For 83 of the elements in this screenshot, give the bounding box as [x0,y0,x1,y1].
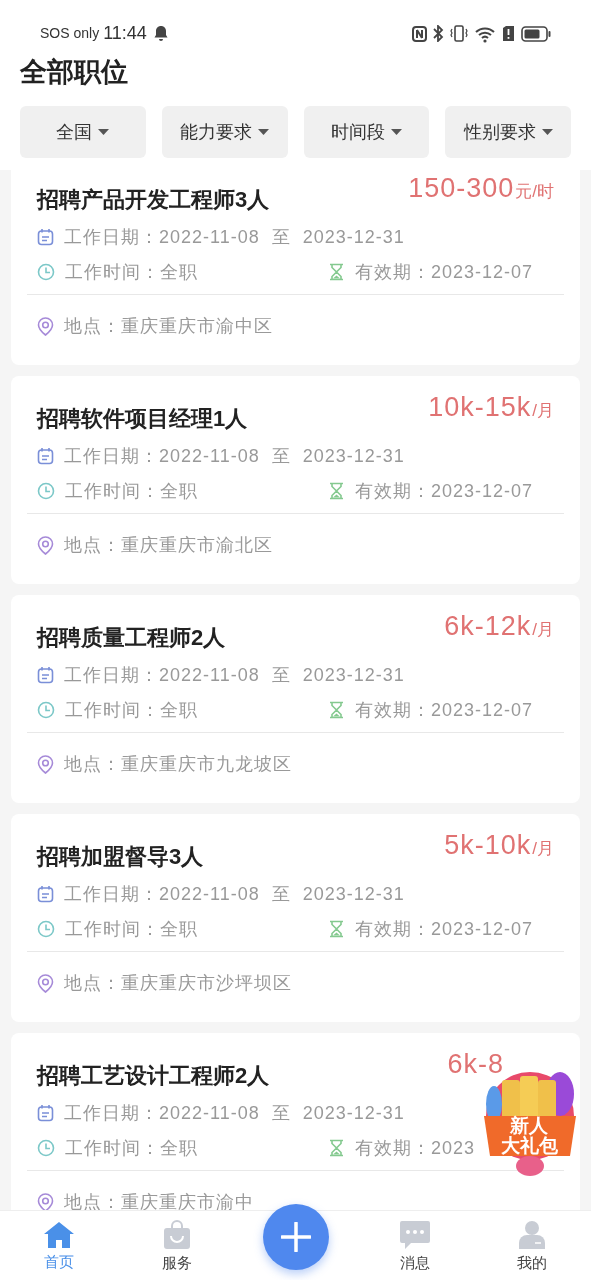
battery-icon [521,25,551,42]
page-title: 全部职位 [20,56,128,89]
location-pin-icon [37,754,54,774]
info-text: 地点：重庆重庆市渝中 [64,1190,254,1210]
chat-bubble-icon [398,1220,431,1251]
info-text: 工作日期：2022-11-08 至 2023-12-31 [64,882,405,906]
filter-dropdown[interactable]: 性别要求 [445,106,571,158]
info-text: 有效期：2023-12-07 [355,917,534,941]
bell-icon [152,25,169,42]
info-text: 有效期：2023 [355,1136,476,1160]
hourglass-icon [328,482,345,500]
info-text: 工作日期：2022-11-08 至 2023-12-31 [64,1101,405,1125]
caret-icon [541,128,553,136]
job-title: 招聘软件项目经理1人 [37,405,248,433]
info-text: 有效期：2023-12-07 [355,698,534,722]
clock-icon [37,920,55,938]
location-pin-icon [37,973,54,993]
wifi-icon [474,24,496,43]
info-text: 工作时间：全职 [65,698,198,722]
home-icon [43,1221,75,1250]
hourglass-icon [328,920,345,938]
caret-icon [390,128,402,136]
job-title: 招聘加盟督导3人 [37,843,204,871]
salary-text: 6k-8 [447,1049,504,1081]
badge-text: 新人 [510,1116,548,1136]
clock-icon [37,701,55,719]
job-card[interactable]: 招聘质量工程师2人 6k-12k/月 工作日期：2022-11-08 至 2023-12-31 工作时间：全职 有效期：2023-12-07 地点：重庆重庆市九龙坡区 [11,595,580,803]
info-text: 工作日期：2022-11-08 至 2023-12-31 [64,663,405,687]
filter-dropdown[interactable]: 能力要求 [161,106,288,158]
carrier-text: SOS only [40,24,100,43]
salary-text: 150-300元/时 [408,173,554,205]
caret-icon [258,128,270,136]
info-text: 地点：重庆重庆市渝中区 [64,314,273,338]
filter-dropdown[interactable]: 全国 [20,106,146,158]
filter-dropdown[interactable]: 时间段 [303,106,430,158]
info-text: 工作日期：2022-11-08 至 2023-12-31 [64,225,405,249]
nav-tab[interactable]: 消息 [356,1210,473,1280]
caret-icon [98,128,110,136]
plus-icon [281,1221,311,1252]
hourglass-icon [328,1139,345,1157]
info-text: 有效期：2023-12-07 [355,479,534,503]
badge-text: 大礼包 [500,1136,558,1156]
calendar-icon [37,885,54,903]
clock-icon [37,482,55,500]
info-text: 地点：重庆重庆市沙坪坝区 [64,971,292,995]
location-pin-icon [37,316,54,336]
salary-text: 5k-10k/月 [444,830,554,862]
job-card[interactable]: 招聘产品开发工程师3人 150-300元/时 工作日期：2022-11-08 至 2023-12-31 工作时间：全职 有效期：2023-12-07 地点：重庆重庆市渝中区 [11,170,580,365]
job-card[interactable]: 招聘软件项目经理1人 10k-15k/月 工作日期：2022-11-08 至 2023-12-31 工作时间：全职 有效期：2023-12-07 地点：重庆重庆市渝北区 [11,376,580,584]
salary-text: 10k-15k/月 [428,392,554,424]
job-title: 招聘质量工程师2人 [37,624,226,652]
location-pin-icon [37,535,54,555]
calendar-icon [37,447,54,465]
clock-icon [37,1139,55,1157]
nav-tab[interactable]: 服务 [118,1210,236,1280]
vibrate-icon [450,25,468,42]
clock-icon [37,263,55,281]
person-icon [518,1220,546,1251]
calendar-icon [37,228,54,246]
info-text: 地点：重庆重庆市九龙坡区 [64,752,292,776]
bag-icon [163,1220,191,1251]
hourglass-icon [328,263,345,281]
info-text: 工作时间：全职 [65,260,198,284]
job-title: 招聘工艺设计工程师2人 [37,1062,270,1090]
info-text: 工作时间：全职 [65,1136,198,1160]
info-text: 工作日期：2022-11-08 至 2023-12-31 [64,444,405,468]
salary-text: 6k-12k/月 [444,611,554,643]
hourglass-icon [328,701,345,719]
sim-alert-icon [502,25,515,42]
nav-tab[interactable]: 我的 [473,1210,591,1280]
job-title: 招聘产品开发工程师3人 [37,186,270,214]
info-text: 有效期：2023-12-07 [355,260,534,284]
info-text: 地点：重庆重庆市渝北区 [64,533,273,557]
job-card[interactable]: 招聘加盟督导3人 5k-10k/月 工作日期：2022-11-08 至 2023-12-31 工作时间：全职 有效期：2023-12-07 地点：重庆重庆市沙坪坝区 [11,814,580,1022]
calendar-icon [37,1104,54,1122]
nfc-icon [412,25,427,42]
info-text: 工作时间：全职 [65,479,198,503]
calendar-icon [37,666,54,684]
info-text: 工作时间：全职 [65,917,198,941]
add-button[interactable] [263,1203,329,1270]
location-pin-icon [37,1192,54,1210]
bluetooth-icon [433,25,444,42]
clock-text: 11:44 [103,22,147,45]
